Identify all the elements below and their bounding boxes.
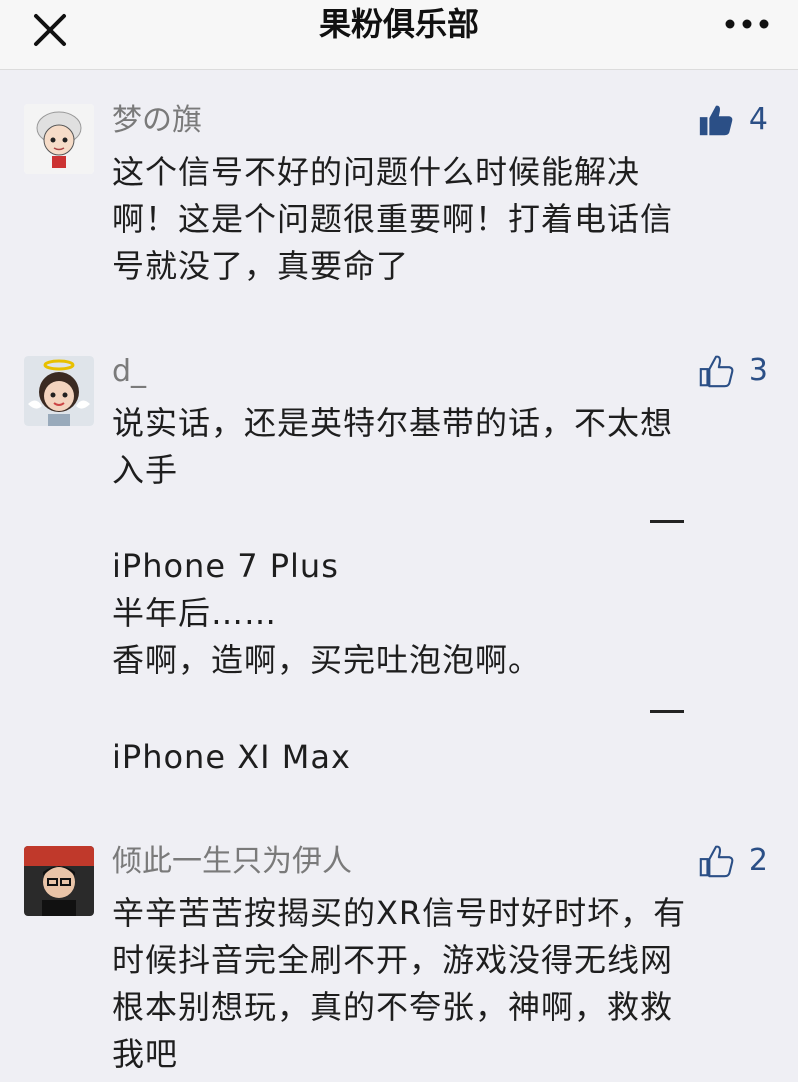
separator-dash	[650, 520, 684, 523]
comment-line: 啊！这是个问题很重要啊！打着电话信	[112, 200, 674, 238]
like-button[interactable]: 2	[697, 839, 768, 883]
comment-line: 我吧	[112, 1035, 179, 1073]
comment-text: 这个信号不好的问题什么时候能解决 啊！这是个问题很重要啊！打着电话信 号就没了，…	[112, 149, 752, 290]
comment-text: iPhone XI Max	[112, 734, 752, 781]
comment-line: 号就没了，真要命了	[112, 247, 410, 285]
close-icon[interactable]	[28, 8, 72, 52]
comment-line: 香啊，造啊，买完吐泡泡啊。	[112, 641, 542, 679]
thumbs-up-outline-icon	[699, 355, 734, 388]
like-count: 2	[748, 843, 768, 878]
nav-bar: 果粉俱乐部	[0, 0, 798, 70]
comment-username[interactable]: 倾此一生只为伊人	[112, 842, 352, 882]
like-count: 3	[748, 353, 768, 388]
comment-line: 半年后……	[112, 594, 278, 632]
like-button[interactable]: 3	[697, 349, 768, 393]
comment-line: iPhone XI Max	[112, 738, 351, 776]
avatar[interactable]	[24, 356, 94, 426]
like-button[interactable]: 4	[697, 98, 768, 142]
avatar-image	[24, 356, 94, 426]
thumbs-up-outline-icon	[699, 845, 734, 878]
avatar[interactable]	[24, 846, 94, 916]
thumbs-up-filled-icon	[699, 105, 733, 136]
comment-line: 这个信号不好的问题什么时候能解决	[112, 153, 641, 191]
page-title: 果粉俱乐部	[318, 5, 479, 43]
comment-text: iPhone 7 Plus 半年后…… 香啊，造啊，买完吐泡泡啊。	[112, 543, 752, 684]
comment-text: 辛辛苦苦按揭买的XR信号时好时坏，有 时候抖音完全刷不开，游戏没得无线网 根本别…	[112, 890, 752, 1078]
comment-line: 入手	[112, 451, 179, 489]
comment-line: 根本别想玩，真的不夸张，神啊，救救	[112, 988, 674, 1026]
comment-line: 时候抖音完全刷不开，游戏没得无线网	[112, 941, 674, 979]
avatar-image	[24, 104, 94, 174]
like-count: 4	[748, 102, 768, 137]
comment-line: 说实话，还是英特尔基带的话，不太想	[112, 404, 674, 442]
avatar-image	[24, 846, 94, 916]
comment-username[interactable]: 梦の旗	[112, 101, 202, 141]
comment-username[interactable]: d_	[112, 352, 146, 392]
avatar[interactable]	[24, 104, 94, 174]
separator-dash	[650, 710, 684, 713]
comment-line: iPhone 7 Plus	[112, 547, 339, 585]
comment-line: 辛辛苦苦按揭买的XR信号时好时坏，有	[112, 894, 687, 932]
more-dots-icon[interactable]	[722, 12, 772, 42]
comment-text: 说实话，还是英特尔基带的话，不太想 入手	[112, 400, 752, 494]
